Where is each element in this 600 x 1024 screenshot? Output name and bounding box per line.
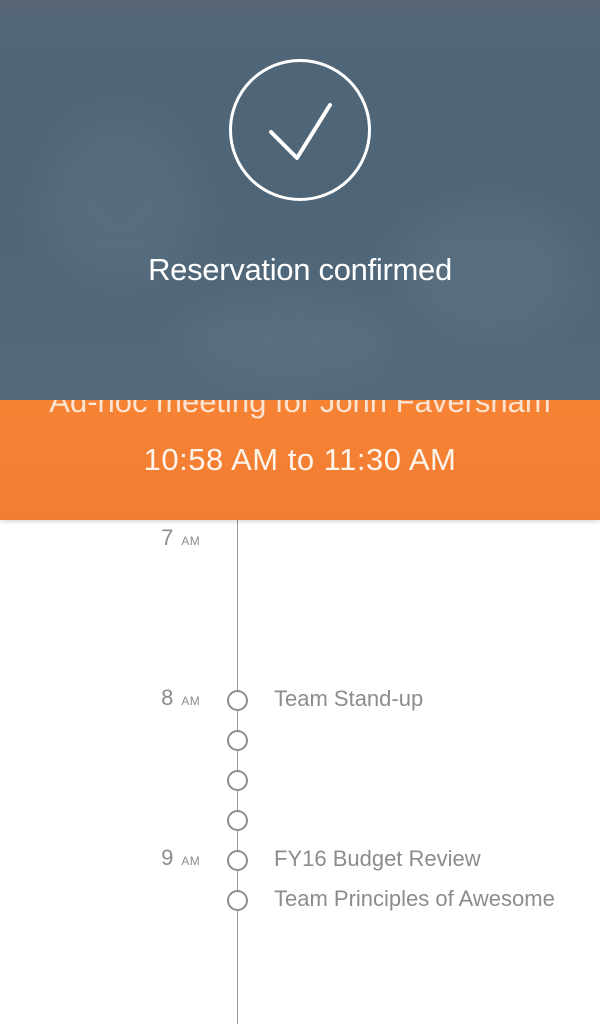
event-fy16-budget-review[interactable]: FY16 Budget Review [274,845,481,873]
confirmation-title: Reservation confirmed [148,252,452,287]
hour-ampm: AM [181,694,200,708]
day-timeline: 7 AM 8 AM 9 AM Team Stand-up FY16 Budget Re… [0,520,600,1024]
time-slot-dot[interactable] [227,730,248,751]
hour-number: 9 [161,845,174,870]
event-team-principles[interactable]: Team Principles of Awesome [274,885,555,913]
hour-number: 8 [161,685,174,710]
meeting-title: Ad-hoc meeting for John Faversham [49,400,551,419]
hour-number: 7 [161,525,174,550]
meeting-time: 10:58 AM to 11:30 AM [143,442,457,477]
time-slot-dot[interactable] [227,690,248,711]
hour-label-9: 9 AM [120,845,200,871]
hour-ampm: AM [181,534,200,548]
time-slot-dot[interactable] [227,850,248,871]
reservation-confirmation: Reservation confirmed [0,0,600,400]
hour-label-8: 8 AM [120,685,200,711]
checkmark-icon [229,59,371,201]
time-slot-dot[interactable] [227,770,248,791]
meeting-banner[interactable]: Ad-hoc meeting for John Faversham 10:58 … [0,400,600,520]
hour-ampm: AM [181,854,200,868]
event-team-standup[interactable]: Team Stand-up [274,685,423,713]
time-slot-dot[interactable] [227,890,248,911]
time-slot-dot[interactable] [227,810,248,831]
hour-label-7: 7 AM [120,525,200,551]
